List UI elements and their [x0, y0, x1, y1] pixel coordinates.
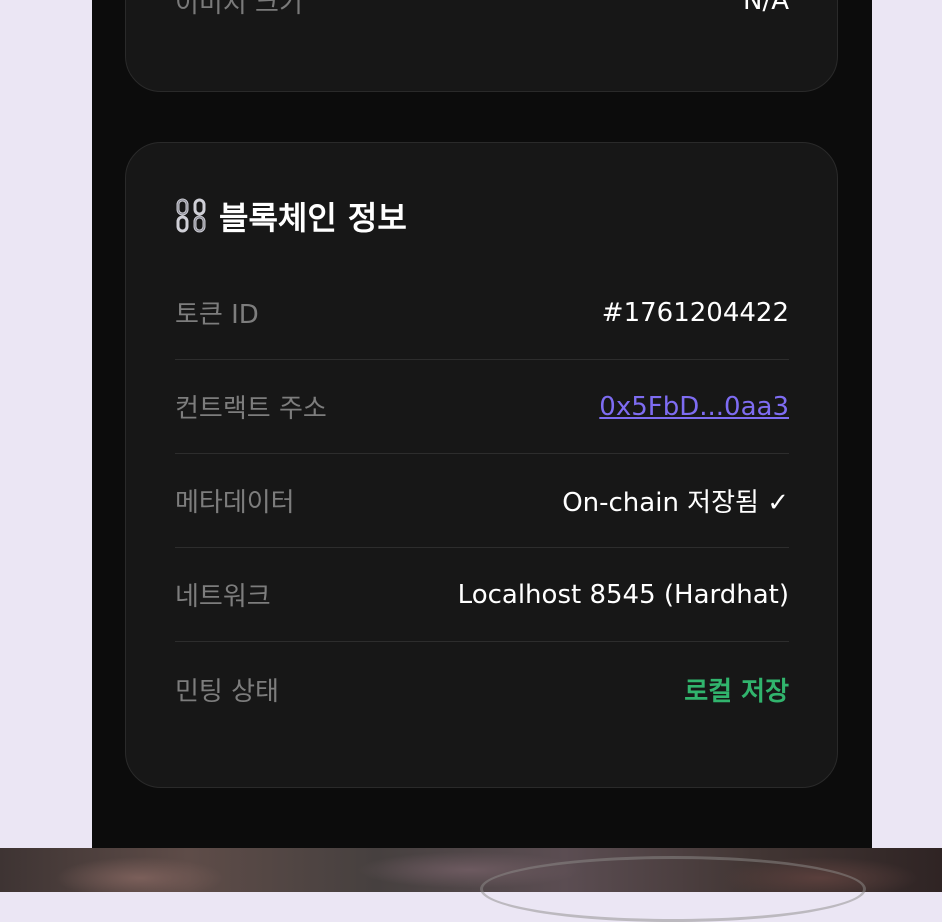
info-row-label: 민팅 상태 — [175, 676, 279, 707]
info-row-value: N/A — [743, 0, 789, 16]
contract-address-link[interactable]: 0x5FbD...0aa3 — [599, 392, 789, 422]
info-row-metadata: 메타데이터 On-chain 저장됨 ✓ — [175, 454, 789, 548]
background-photo — [0, 848, 942, 922]
chain-icon — [175, 198, 209, 234]
blockchain-info-card: 블록체인 정보 토큰 ID #1761204422 컨트랙트 주소 0x5FbD… — [125, 142, 838, 788]
info-rows: 토큰 ID #1761204422 컨트랙트 주소 0x5FbD...0aa3 … — [175, 266, 789, 736]
info-row-token-id: 토큰 ID #1761204422 — [175, 266, 789, 360]
photo-road — [480, 856, 866, 922]
info-row-label: 토큰 ID — [175, 300, 259, 330]
info-card-top: 이미지 크기 N/A — [125, 0, 838, 92]
minting-status-value: 로컬 저장 — [684, 676, 789, 707]
info-row-label: 메타데이터 — [175, 488, 295, 518]
token-id-value: #1761204422 — [601, 297, 789, 328]
info-row-label: 이미지 크기 — [175, 0, 303, 19]
metadata-value: On-chain 저장됨 ✓ — [562, 488, 789, 518]
info-row-image-size: 이미지 크기 N/A — [175, 0, 789, 19]
info-row-label: 컨트랙트 주소 — [175, 394, 327, 424]
card-title-text: 블록체인 정보 — [219, 199, 407, 237]
network-value: Localhost 8545 (Hardhat) — [457, 579, 789, 610]
info-row-label: 네트워크 — [175, 582, 271, 612]
info-row-contract-address: 컨트랙트 주소 0x5FbD...0aa3 — [175, 360, 789, 454]
info-row-network: 네트워크 Localhost 8545 (Hardhat) — [175, 548, 789, 642]
card-title: 블록체인 정보 — [175, 193, 407, 239]
info-row-minting-status: 민팅 상태 로컬 저장 — [175, 642, 789, 736]
